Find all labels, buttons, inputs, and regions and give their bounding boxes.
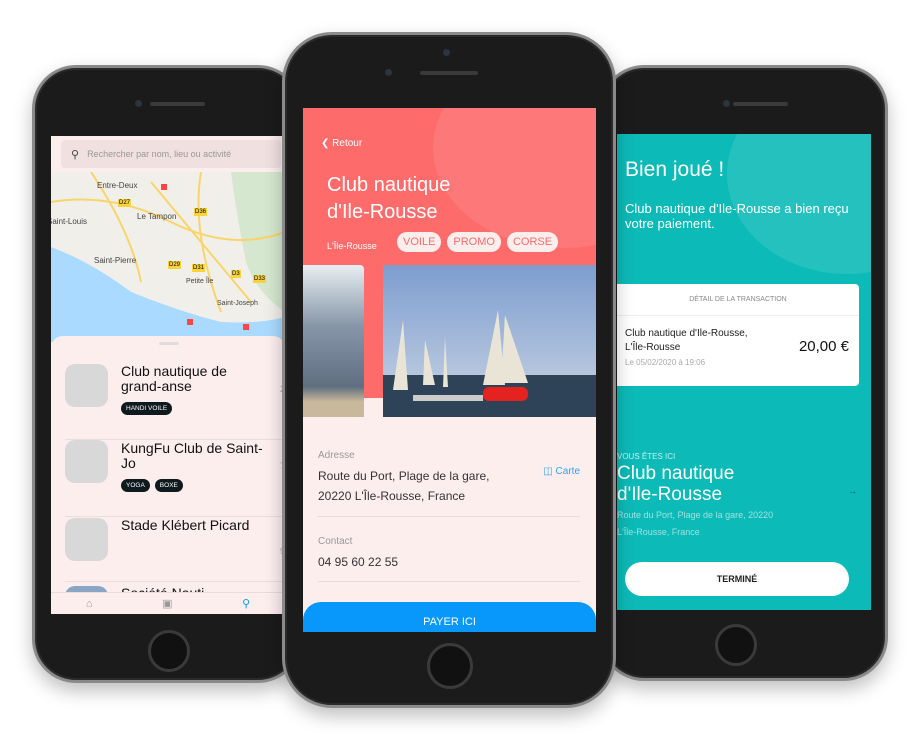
phone-club-detail: ❮ Retour Club nautique d'Ile-Rousse L'Île… (282, 32, 616, 708)
map-icon: ◫ (543, 466, 553, 477)
title-line: d'Ile-Rousse (327, 201, 438, 223)
search-input[interactable]: ⚲ Rechercher par nom, lieu ou activité (61, 140, 281, 168)
divider (318, 581, 580, 582)
club-detail-screen: ❮ Retour Club nautique d'Ile-Rousse L'Île… (303, 108, 596, 632)
here-line: d'Ile-Rousse (617, 484, 723, 505)
address-line: 20220 L'Île-Rousse, France (318, 489, 466, 503)
back-label: Retour (332, 138, 363, 149)
sensor (385, 69, 392, 76)
home-button[interactable] (715, 624, 757, 666)
pay-button[interactable]: PAYER ICI (303, 602, 596, 632)
speaker (420, 71, 478, 75)
map-link[interactable]: ◫ Carte (543, 466, 580, 477)
confirmation-message: Club nautique d'Ile-Rousse a bien reçu v… (625, 201, 849, 231)
tx-amount: 20,00 € (798, 338, 849, 355)
map-label: Saint-Pierre (94, 256, 137, 265)
tx-date: Le 05/02/2020 à 19:06 (625, 358, 706, 367)
search-icon[interactable]: ⚲ (242, 597, 250, 610)
map-label: Le Tampon (137, 212, 177, 221)
phone-search: Entre-Deux Le Tampon Saint-Louis Saint-P… (32, 65, 302, 683)
phone-confirmation: Bien joué ! Club nautique d'Ile-Rousse a… (600, 65, 888, 681)
here-address: L'Île-Rousse, France (617, 527, 700, 537)
front-camera (723, 100, 730, 107)
arrow-right-icon[interactable]: → (848, 486, 857, 496)
address-line: Route du Port, Plage de la gare, (318, 469, 490, 483)
divider (318, 516, 580, 517)
club-title: Club nautique d'Ile-Rousse (327, 172, 450, 226)
list-item[interactable]: Club nautique de grand-anse HANDI VOILE … (65, 364, 285, 440)
map[interactable] (51, 172, 285, 342)
results-sheet: Club nautique de grand-anse HANDI VOILE … (51, 336, 285, 614)
card-header: DÉTAIL DE LA TRANSACTION (617, 284, 859, 316)
tag[interactable]: CORSE (506, 232, 559, 252)
tx-city: L'Île-Rousse (625, 342, 681, 353)
home-icon[interactable]: ⌂ (86, 598, 93, 610)
address-value: Route du Port, Plage de la gare, 20220 L'… (318, 466, 489, 506)
list-item[interactable]: Stade Klébert Picard 9 (65, 518, 285, 582)
front-camera (135, 100, 142, 107)
scan-icon[interactable]: ▣ (162, 597, 172, 610)
back-button[interactable]: ❮ Retour (321, 138, 362, 149)
road-label: D33 (253, 275, 267, 283)
gallery-photo-sailboats[interactable] (383, 265, 596, 417)
gallery-photo[interactable] (303, 265, 364, 417)
tag: HANDI VOILE (121, 402, 173, 415)
tab-bar: ⌂ ▣ ⚲ (51, 592, 285, 614)
address-label: Adresse (318, 450, 355, 461)
done-button[interactable]: TERMINÉ (625, 562, 849, 596)
page-title: Bien joué ! (625, 158, 725, 181)
transaction-card: DÉTAIL DE LA TRANSACTION Club nautique d… (617, 284, 859, 386)
road-label: D36 (194, 208, 208, 216)
tx-name: Club nautique d'Ile-Rousse, (625, 328, 748, 339)
thumbnail (65, 518, 108, 561)
tag: YOGA (121, 479, 150, 492)
decor-blob (433, 108, 596, 248)
tag[interactable]: VOILE (397, 232, 442, 252)
map-label: Saint-Louis (51, 217, 88, 226)
here-line: Club nautique (617, 463, 735, 484)
road-label: D3 (231, 270, 241, 278)
item-name: Club nautique de grand-anse (121, 363, 227, 394)
road-label: D27 (118, 199, 132, 207)
thumbnail (65, 440, 108, 483)
here-address: Route du Port, Plage de la gare, 20220 (617, 510, 774, 520)
map-link-label: Carte (555, 466, 580, 477)
speaker (733, 102, 788, 106)
contact-label: Contact (318, 536, 353, 547)
search-screen: Entre-Deux Le Tampon Saint-Louis Saint-P… (51, 136, 285, 614)
phone-number[interactable]: 04 95 60 22 55 (318, 552, 398, 572)
tag-list: VOILE PROMO CORSE (397, 232, 559, 252)
speaker (150, 102, 205, 106)
item-name: KungFu Club de Saint-Jo (121, 440, 263, 471)
search-placeholder: Rechercher par nom, lieu ou activité (87, 149, 232, 159)
confirmation-screen: Bien joué ! Club nautique d'Ile-Rousse a… (617, 134, 871, 610)
search-icon: ⚲ (71, 148, 80, 161)
road-label: D31 (192, 264, 206, 272)
sheet-handle[interactable] (159, 342, 179, 345)
tag[interactable]: PROMO (447, 232, 501, 252)
item-name: Stade Klébert Picard (121, 517, 250, 533)
thumbnail (65, 364, 108, 407)
map-label: Entre-Deux (97, 181, 138, 190)
front-camera (443, 49, 450, 56)
club-city: L'Île-Rousse (327, 241, 377, 251)
home-button[interactable] (427, 643, 473, 689)
title-line: Club nautique (327, 174, 451, 196)
tag: BOXE (154, 479, 183, 492)
road-label: D29 (168, 261, 182, 269)
map-label: Saint-Joseph (217, 300, 258, 307)
here-club-name: Club nautique d'Ile-Rousse (617, 463, 734, 505)
map-label: Petite Île (186, 278, 214, 285)
here-label: VOUS ÊTES ICI (617, 452, 676, 461)
list-item[interactable]: KungFu Club de Saint-Jo YOGABOXE 7 (65, 440, 285, 517)
home-button[interactable] (148, 630, 190, 672)
